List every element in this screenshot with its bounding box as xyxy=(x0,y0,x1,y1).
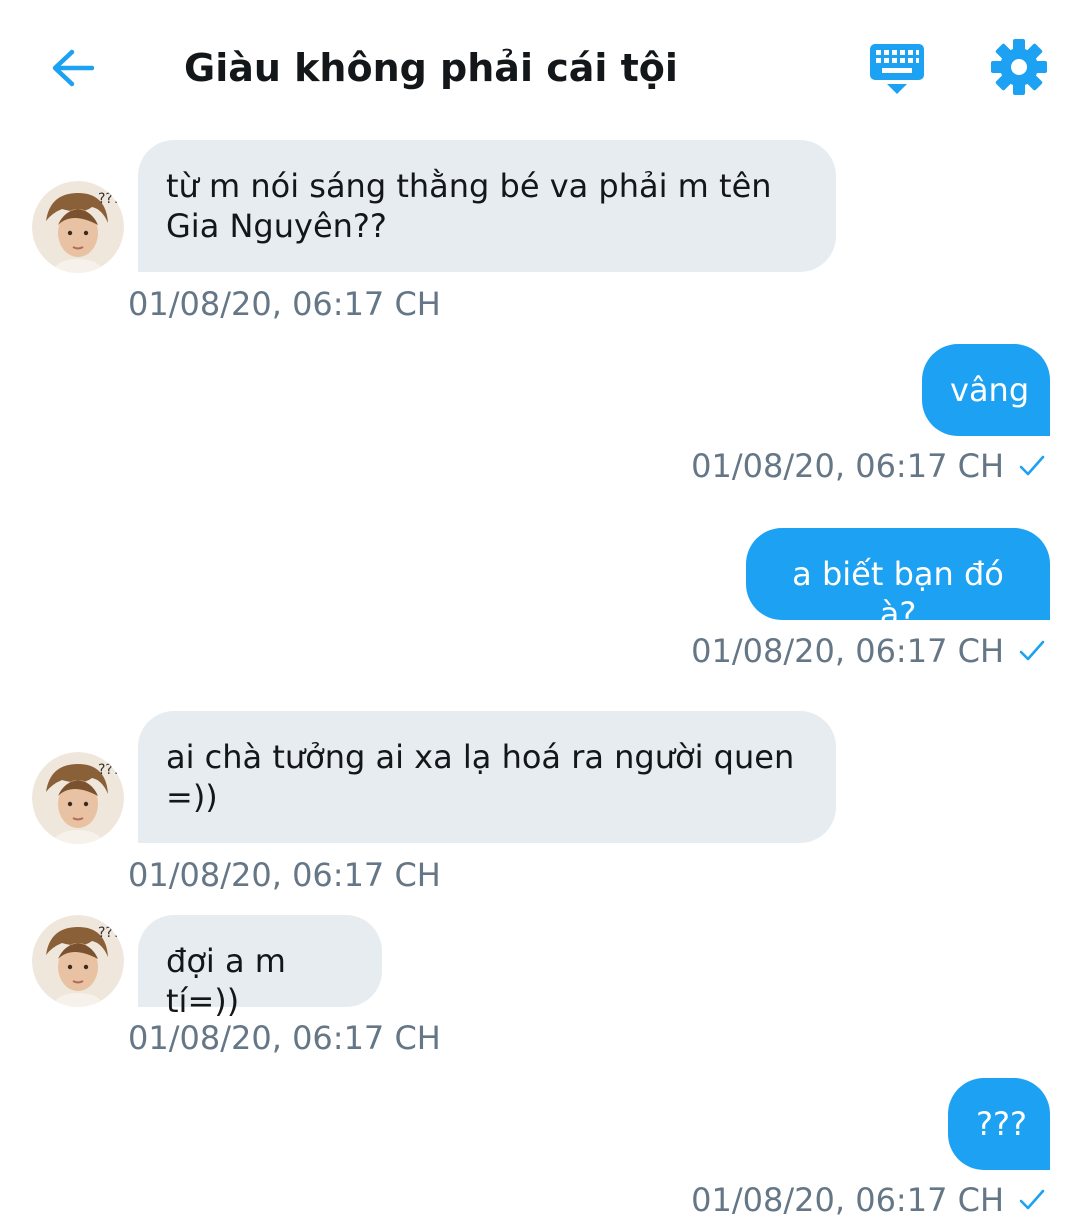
message-bubble-outgoing[interactable]: ??? xyxy=(948,1078,1050,1170)
message-timestamp: 01/08/20, 06:17 CH xyxy=(128,856,441,894)
read-check-icon xyxy=(1019,455,1045,476)
svg-text:???: ??? xyxy=(98,762,120,778)
message-timestamp: 01/08/20, 06:17 CH xyxy=(691,447,1004,485)
message-text: =)) xyxy=(166,778,218,816)
message-text: ??? xyxy=(976,1105,1027,1143)
conversation-title: Giàu không phải cái tội xyxy=(184,46,678,90)
settings-button[interactable] xyxy=(990,38,1048,96)
avatar[interactable]: ??? xyxy=(32,752,124,844)
conversation-header: Giàu không phải cái tội xyxy=(0,0,1080,130)
svg-text:???: ??? xyxy=(98,925,120,941)
svg-text:???: ??? xyxy=(98,191,120,207)
gear-icon xyxy=(991,39,1047,95)
read-check-icon xyxy=(1019,640,1045,661)
message-timestamp: 01/08/20, 06:17 CH xyxy=(691,632,1004,670)
keyboard-icon xyxy=(870,44,924,94)
message-bubble-outgoing[interactable]: vâng xyxy=(922,344,1050,436)
message-text: ai chà tưởng ai xa lạ hoá ra người quen xyxy=(166,738,795,776)
back-button[interactable] xyxy=(44,40,100,96)
message-bubble-incoming[interactable]: ai chà tưởng ai xa lạ hoá ra người quen … xyxy=(138,711,836,843)
message-status: 01/08/20, 06:17 CH xyxy=(691,631,1046,671)
keyboard-button[interactable] xyxy=(864,38,930,100)
avatar[interactable]: ??? xyxy=(32,915,124,1007)
message-timestamp: 01/08/20, 06:17 CH xyxy=(128,285,441,323)
avatar[interactable]: ??? xyxy=(32,181,124,273)
message-status: 01/08/20, 06:17 CH xyxy=(691,446,1046,486)
message-text: vâng xyxy=(950,371,1030,409)
message-bubble-incoming[interactable]: đợi a m tí=)) xyxy=(138,915,382,1020)
read-check-icon xyxy=(1019,1189,1045,1210)
message-text: từ m nói sáng thằng bé va phải m tên xyxy=(166,167,772,205)
message-status: 01/08/20, 06:17 CH xyxy=(691,1180,1046,1220)
message-text: a biết bạn đó à? xyxy=(792,555,1004,633)
user-avatar-icon: ??? xyxy=(32,752,124,844)
user-avatar-icon: ??? xyxy=(32,915,124,1007)
message-bubble-outgoing[interactable]: a biết bạn đó à? xyxy=(746,528,1050,633)
message-bubble-incoming[interactable]: từ m nói sáng thằng bé va phải m tên Gia… xyxy=(138,140,836,272)
user-avatar-icon: ??? xyxy=(32,181,124,273)
message-timestamp: 01/08/20, 06:17 CH xyxy=(128,1019,441,1057)
message-text: đợi a m tí=)) xyxy=(166,942,286,1020)
message-timestamp: 01/08/20, 06:17 CH xyxy=(691,1181,1004,1219)
arrow-left-icon xyxy=(52,49,94,87)
message-text: Gia Nguyên?? xyxy=(166,207,387,245)
